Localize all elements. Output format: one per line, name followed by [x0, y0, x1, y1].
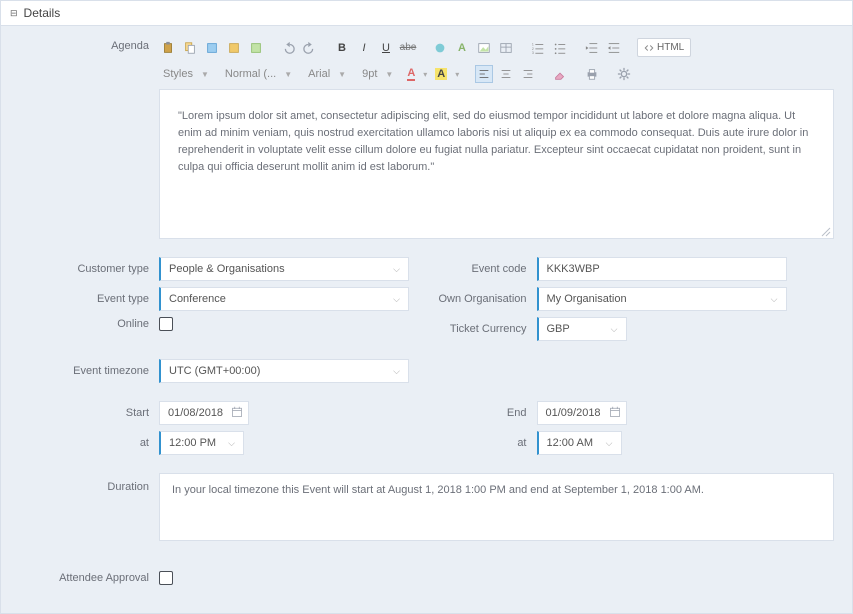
print-icon[interactable] — [583, 65, 601, 83]
chevron-down-icon: ⌵ — [606, 438, 613, 449]
panel-header[interactable]: ⊟ Details — [1, 1, 852, 26]
start-label: Start — [19, 407, 159, 419]
format-dropdown[interactable]: Normal (...▼ — [221, 66, 296, 82]
align-left-icon[interactable] — [475, 65, 493, 83]
duration-label: Duration — [19, 473, 159, 493]
chevron-down-icon: ⌵ — [771, 294, 778, 305]
font-dropdown[interactable]: Arial▼ — [304, 66, 350, 82]
align-right-icon[interactable] — [519, 65, 537, 83]
end-at-label: at — [427, 437, 537, 449]
collapse-icon: ⊟ — [10, 8, 18, 19]
paste-icon[interactable] — [159, 39, 177, 57]
duration-text: In your local timezone this Event will s… — [172, 484, 704, 496]
editor-toolbar-1: B I U abe A — [159, 36, 834, 63]
end-time-select[interactable]: 12:00 AM ⌵ — [537, 431, 622, 455]
redo-icon[interactable] — [301, 39, 319, 57]
start-at-label: at — [19, 437, 159, 449]
end-date-input[interactable]: 01/09/2018 — [537, 401, 627, 425]
start-date-input[interactable]: 01/08/2018 — [159, 401, 249, 425]
image-icon[interactable] — [475, 39, 493, 57]
attendee-approval-label: Attendee Approval — [19, 572, 159, 584]
link-icon[interactable] — [431, 39, 449, 57]
eraser-icon[interactable] — [551, 65, 569, 83]
own-organisation-label: Own Organisation — [427, 293, 537, 305]
chevron-down-icon: ⌵ — [393, 366, 400, 377]
calendar-icon — [609, 406, 621, 421]
paste-special-icon[interactable] — [225, 39, 243, 57]
gear-icon[interactable] — [615, 65, 633, 83]
chevron-down-icon: ⌵ — [393, 294, 400, 305]
svg-text:3: 3 — [532, 51, 534, 55]
unordered-list-icon[interactable] — [551, 39, 569, 57]
event-timezone-label: Event timezone — [19, 365, 159, 377]
paste-html-icon[interactable] — [247, 39, 265, 57]
size-dropdown[interactable]: 9pt▼ — [358, 66, 397, 82]
clipboard-icon[interactable] — [181, 39, 199, 57]
svg-text:2: 2 — [532, 46, 534, 50]
styles-dropdown[interactable]: Styles▼ — [159, 66, 213, 82]
ticket-currency-label: Ticket Currency — [427, 323, 537, 335]
svg-text:1: 1 — [532, 42, 534, 46]
paste-word-icon[interactable] — [203, 39, 221, 57]
resize-handle-icon[interactable] — [821, 226, 831, 236]
panel-title: Details — [24, 6, 61, 20]
html-source-button[interactable]: HTML — [637, 38, 691, 57]
chevron-down-icon: ⌵ — [228, 438, 235, 449]
strike-icon[interactable]: abe — [399, 39, 417, 57]
chevron-down-icon: ⌵ — [393, 264, 400, 275]
online-label: Online — [19, 318, 159, 330]
end-label: End — [427, 407, 537, 419]
italic-icon[interactable]: I — [355, 39, 373, 57]
chevron-down-icon: ⌵ — [611, 324, 618, 335]
outdent-icon[interactable] — [583, 39, 601, 57]
text-color-dropdown[interactable]: A▾ — [405, 67, 429, 81]
calendar-icon — [231, 406, 243, 421]
ticket-currency-select[interactable]: GBP ⌵ — [537, 317, 627, 341]
panel-body: Agenda — [1, 26, 852, 613]
editor-toolbar-2: Styles▼ Normal (...▼ Arial▼ 9pt▼ A▾ A▾ — [159, 63, 834, 89]
customer-type-select[interactable]: People & Organisations ⌵ — [159, 257, 409, 281]
agenda-label: Agenda — [19, 36, 159, 52]
anchor-icon[interactable]: A — [453, 39, 471, 57]
online-checkbox[interactable] — [159, 317, 173, 331]
undo-icon[interactable] — [279, 39, 297, 57]
underline-icon[interactable]: U — [377, 39, 395, 57]
highlight-color-dropdown[interactable]: A▾ — [433, 68, 461, 80]
event-type-select[interactable]: Conference ⌵ — [159, 287, 409, 311]
event-code-label: Event code — [427, 263, 537, 275]
duration-display: In your local timezone this Event will s… — [159, 473, 834, 541]
bold-icon[interactable]: B — [333, 39, 351, 57]
customer-type-label: Customer type — [19, 263, 159, 275]
agenda-textarea[interactable]: "Lorem ipsum dolor sit amet, consectetur… — [159, 89, 834, 239]
ordered-list-icon[interactable]: 123 — [529, 39, 547, 57]
table-icon[interactable] — [497, 39, 515, 57]
event-code-input[interactable]: KKK3WBP — [537, 257, 787, 281]
attendee-approval-checkbox[interactable] — [159, 571, 173, 585]
event-type-label: Event type — [19, 293, 159, 305]
own-organisation-select[interactable]: My Organisation ⌵ — [537, 287, 787, 311]
details-panel: ⊟ Details Agenda — [0, 0, 853, 614]
event-timezone-select[interactable]: UTC (GMT+00:00) ⌵ — [159, 359, 409, 383]
agenda-text: "Lorem ipsum dolor sit amet, consectetur… — [178, 110, 808, 173]
start-time-select[interactable]: 12:00 PM ⌵ — [159, 431, 244, 455]
align-center-icon[interactable] — [497, 65, 515, 83]
agenda-editor: B I U abe A — [159, 36, 834, 239]
indent-icon[interactable] — [605, 39, 623, 57]
